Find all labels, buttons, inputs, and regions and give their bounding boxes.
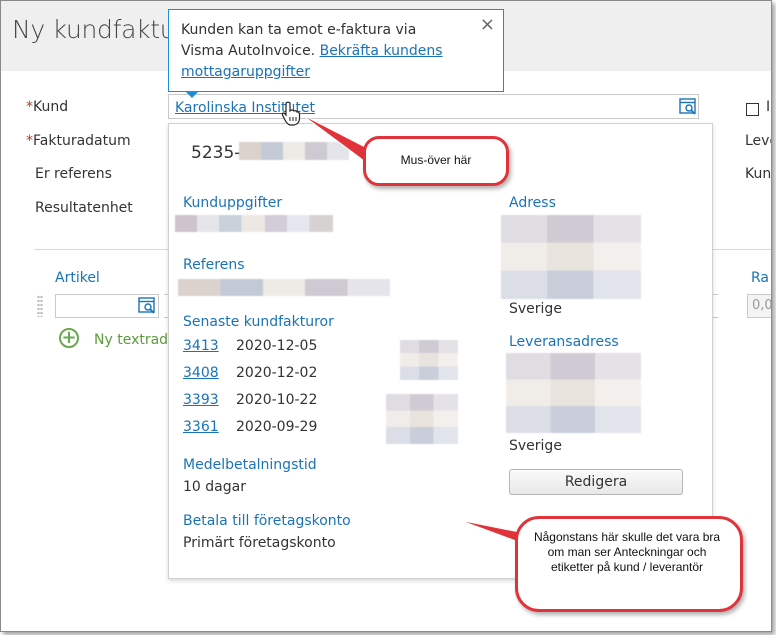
- hover-annotation-bubble: Mus-över här: [363, 136, 509, 186]
- note-annotation-bubble: Någonstans här skulle det vara bra om ma…: [515, 516, 743, 612]
- note-annotation-text: Någonstans här skulle det vara bra om ma…: [533, 530, 721, 574]
- hover-annotation-text: Mus-över här: [400, 153, 472, 167]
- app-window: Ny kundfaktu *Kund *Fakturadatum Er refe…: [0, 0, 772, 632]
